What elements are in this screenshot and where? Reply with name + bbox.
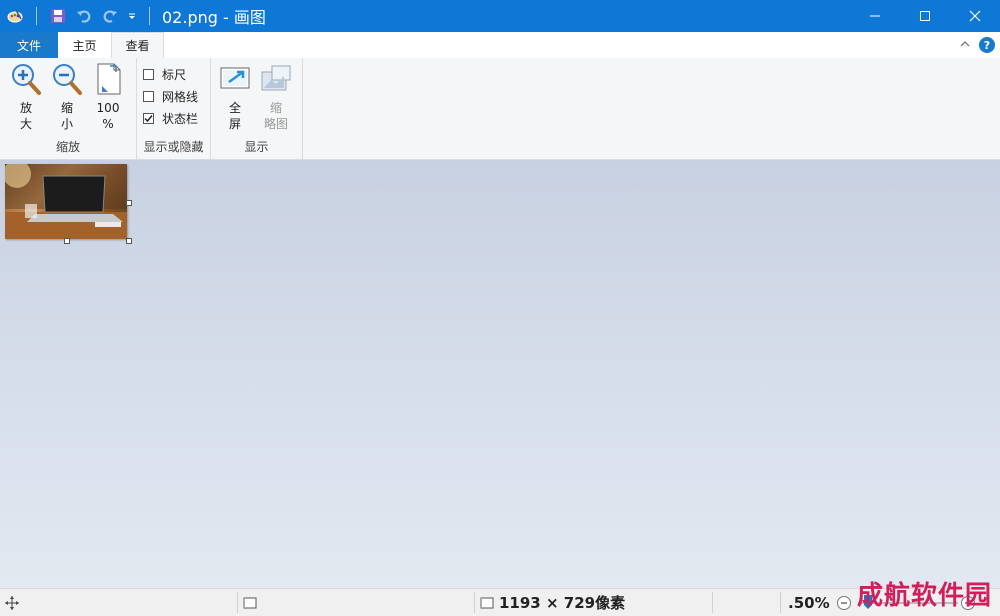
status-separator: [237, 592, 238, 613]
maximize-button[interactable]: [900, 0, 950, 32]
help-icon[interactable]: ?: [979, 37, 995, 53]
zoom-out-button[interactable]: 缩 小: [47, 62, 87, 132]
minimize-button[interactable]: [850, 0, 900, 32]
close-button[interactable]: [950, 0, 1000, 32]
ribbon: 放 大 缩 小 100 % 缩放 标尺 网格线 状态栏 显示或隐藏 全 屏 缩 …: [0, 58, 1000, 160]
title-bar: 02.png - 画图: [0, 0, 1000, 32]
window-controls: [850, 0, 1000, 32]
zoom-level-text: .50%: [788, 593, 830, 612]
statusbar-checkbox-box: [143, 113, 154, 124]
gridlines-checkbox-box: [143, 91, 154, 102]
status-separator: [712, 592, 713, 613]
actual-size-label: 100 %: [96, 101, 120, 131]
paint-app-icon[interactable]: [6, 7, 24, 25]
zoom-in-button[interactable]: 放 大: [6, 62, 46, 132]
collapse-ribbon-icon[interactable]: [958, 37, 972, 51]
thumbnail-label: 缩 略图: [263, 101, 288, 131]
thumbnail-icon: [260, 62, 292, 96]
display-group-label: 显示: [244, 140, 269, 154]
zoom-group-label: 缩放: [55, 140, 80, 154]
laptop-photo: [5, 164, 127, 239]
image-thumbnail[interactable]: [5, 164, 127, 239]
resize-handle-corner[interactable]: [126, 238, 132, 244]
watermark: 成航软件园: [856, 581, 992, 611]
selection-icon: [243, 597, 257, 608]
customize-qat-icon[interactable]: [127, 7, 137, 25]
zoom-level: .50%: [788, 589, 830, 616]
zoom-in-icon: [10, 62, 42, 96]
show-hide-group: 标尺 网格线 状态栏 显示或隐藏: [137, 58, 211, 159]
show-hide-group-label: 显示或隐藏: [143, 140, 204, 154]
zoom-out-circle-icon: [837, 595, 851, 610]
ruler-checkbox[interactable]: 标尺: [143, 66, 186, 83]
resize-handle-right[interactable]: [126, 200, 132, 206]
undo-icon[interactable]: [75, 7, 93, 25]
canvas-area[interactable]: [0, 160, 1000, 588]
image-size: 1193 × 729像素: [479, 589, 625, 616]
gridlines-checkbox[interactable]: 网格线: [143, 88, 198, 105]
redo-icon[interactable]: [101, 7, 119, 25]
tab-view[interactable]: 查看: [111, 32, 164, 59]
maximize-icon: [920, 11, 930, 21]
display-group: 全 屏 缩 略图 显示: [211, 58, 303, 159]
close-icon: [969, 10, 981, 22]
window-title: 02.png - 画图: [162, 8, 266, 27]
status-bar: 1193 × 729像素 .50%: [0, 588, 1000, 616]
qat-separator: [149, 7, 150, 25]
fullscreen-button[interactable]: 全 屏: [215, 62, 255, 132]
thumbnail-button[interactable]: 缩 略图: [256, 62, 296, 132]
zoom-out-icon: [51, 62, 83, 96]
save-icon[interactable]: [49, 7, 67, 25]
zoom-group: 放 大 缩 小 100 % 缩放: [0, 58, 137, 159]
fullscreen-label: 全 屏: [228, 101, 241, 131]
selection-size: [242, 589, 258, 616]
qat-separator: [36, 7, 37, 25]
status-separator: [474, 592, 475, 613]
gridlines-label: 网格线: [162, 90, 199, 104]
statusbar-label: 状态栏: [162, 112, 199, 126]
resize-handle-bottom[interactable]: [64, 238, 70, 244]
minimize-icon: [870, 15, 880, 17]
ruler-label: 标尺: [162, 68, 187, 82]
zoom-in-label: 放 大: [19, 101, 32, 131]
zoom-out-status-button[interactable]: [836, 589, 852, 616]
actual-size-icon: [92, 62, 124, 96]
fullscreen-icon: [219, 62, 251, 96]
ribbon-tabs: 文件 主页 查看 ?: [0, 32, 1000, 59]
quick-access-toolbar: [0, 0, 154, 32]
status-separator: [780, 592, 781, 613]
statusbar-checkbox[interactable]: 状态栏: [143, 110, 198, 127]
zoom-out-label: 缩 小: [60, 101, 73, 131]
cursor-position: [4, 589, 20, 616]
ruler-checkbox-box: [143, 69, 154, 80]
actual-size-button[interactable]: 100 %: [88, 62, 128, 132]
move-cursor-icon: [5, 595, 19, 610]
image-size-text: 1193 × 729像素: [499, 594, 626, 612]
checkmark-icon: [144, 115, 153, 123]
tab-file[interactable]: 文件: [0, 32, 58, 58]
image-size-icon: [480, 597, 494, 608]
tab-home[interactable]: 主页: [58, 32, 111, 58]
